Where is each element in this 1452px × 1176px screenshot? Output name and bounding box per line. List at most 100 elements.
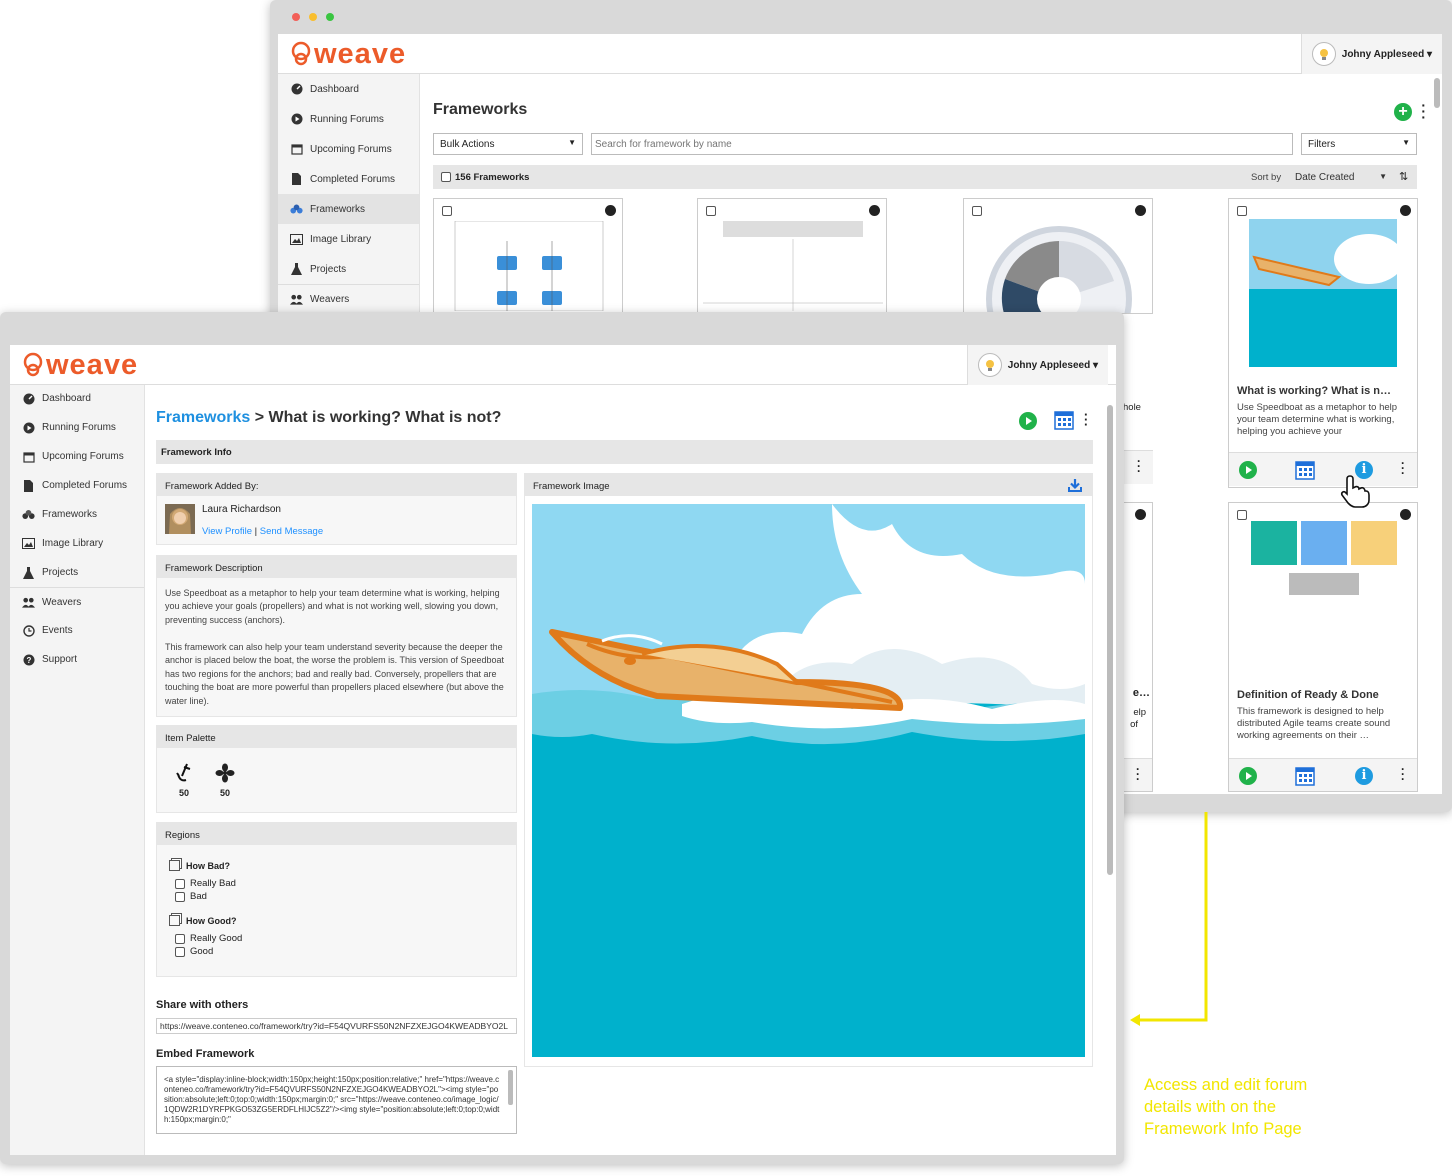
item-palette-section: Item Palette 50 50 xyxy=(156,725,517,813)
more-vertical-icon[interactable]: · · · xyxy=(1137,455,1141,477)
card-checkbox[interactable] xyxy=(1237,206,1247,216)
more-vertical-icon[interactable]: · · · xyxy=(1084,408,1088,431)
user-menu[interactable]: Johny Appleseed ▾ xyxy=(1300,34,1442,74)
card-desc-peek: of xyxy=(1130,719,1138,730)
sidebar-item-image-library[interactable]: Image Library xyxy=(278,224,419,254)
region-item-label: Really Good xyxy=(190,933,243,944)
minimize-dot[interactable] xyxy=(309,13,317,21)
scrollbar[interactable] xyxy=(1107,405,1113,875)
item-palette-header: Item Palette xyxy=(157,726,516,748)
sidebar-item-upcoming-forums[interactable]: Upcoming Forums xyxy=(10,442,144,471)
group-checkbox[interactable] xyxy=(169,915,180,926)
card-checkbox[interactable] xyxy=(1237,510,1247,520)
regions-header: Regions xyxy=(157,823,516,845)
sidebar-item-events[interactable]: Events xyxy=(10,616,144,645)
sidebar-item-weavers[interactable]: Weavers xyxy=(10,587,144,616)
globe-icon[interactable] xyxy=(1135,509,1146,520)
play-icon[interactable] xyxy=(1019,412,1037,430)
user-name: Johny Appleseed ▾ xyxy=(1341,48,1432,60)
schedule-calendar-icon[interactable] xyxy=(1054,410,1074,435)
top-header: weave Johny Appleseed ▾ xyxy=(10,345,1116,385)
select-all-checkbox[interactable] xyxy=(441,172,451,182)
more-vertical-icon[interactable]: · · · xyxy=(1401,763,1405,785)
sidebar-item-label: Running Forums xyxy=(42,422,116,433)
scrollbar[interactable] xyxy=(508,1070,513,1105)
sidebar-item-image-library[interactable]: Image Library xyxy=(10,529,144,558)
play-icon[interactable] xyxy=(1239,767,1257,785)
breadcrumb: Frameworks > What is working? What is no… xyxy=(156,409,501,427)
region-group-label: How Bad? xyxy=(186,860,230,871)
region-checkbox[interactable] xyxy=(175,946,185,957)
sidebar-item-projects[interactable]: Projects xyxy=(278,254,419,284)
card-checkbox[interactable] xyxy=(442,206,452,216)
filters-select[interactable]: Filters ▼ xyxy=(1301,133,1417,155)
play-icon[interactable] xyxy=(1239,461,1257,479)
card-checkbox[interactable] xyxy=(706,206,716,216)
bulk-actions-label: Bulk Actions xyxy=(440,139,495,150)
sidebar-item-dashboard[interactable]: Dashboard xyxy=(278,74,419,104)
sidebar-item-projects[interactable]: Projects xyxy=(10,558,144,587)
breadcrumb-frameworks-link[interactable]: Frameworks xyxy=(156,409,250,426)
weave-logo-icon xyxy=(23,352,43,377)
scrollbar[interactable] xyxy=(1434,78,1440,108)
globe-icon[interactable] xyxy=(1400,509,1411,520)
globe-icon[interactable] xyxy=(605,205,616,216)
annotation-arrow xyxy=(1130,812,1208,1026)
schedule-calendar-icon[interactable] xyxy=(1295,766,1315,791)
region-checkbox[interactable] xyxy=(175,933,185,944)
framework-search-input[interactable] xyxy=(591,133,1293,155)
globe-icon[interactable] xyxy=(1135,205,1146,216)
sidebar-item-completed-forums[interactable]: Completed Forums xyxy=(278,164,419,194)
embed-code-textarea[interactable]: <a style="display:inline-block;width:150… xyxy=(156,1066,517,1134)
sidebar-item-weavers[interactable]: Weavers xyxy=(278,284,419,314)
region-checkbox[interactable] xyxy=(175,891,185,902)
group-checkbox[interactable] xyxy=(169,860,180,871)
schedule-calendar-icon[interactable] xyxy=(1295,460,1315,485)
user-menu[interactable]: Johny Appleseed ▾ xyxy=(966,345,1108,385)
add-framework-button[interactable]: + xyxy=(1394,103,1412,121)
sidebar-item-running-forums[interactable]: Running Forums xyxy=(10,413,144,442)
bulk-actions-select[interactable]: Bulk Actions ▼ xyxy=(433,133,583,155)
framework-card[interactable]: What is working? What is n… Use Speedboa… xyxy=(1228,198,1418,488)
more-vertical-icon[interactable]: · · · xyxy=(1401,457,1405,479)
sidebar-item-label: Support xyxy=(42,654,78,665)
weave-logo[interactable]: weave xyxy=(22,350,138,380)
image-icon xyxy=(22,537,35,550)
sidebar-item-completed-forums[interactable]: Completed Forums xyxy=(10,471,144,500)
globe-icon[interactable] xyxy=(1400,205,1411,216)
sidebar-item-running-forums[interactable]: Running Forums xyxy=(278,104,419,134)
sort-select[interactable]: Date Created ▼ xyxy=(1291,169,1391,185)
framework-card[interactable]: Definition of Ready & Done This framewor… xyxy=(1228,502,1418,792)
region-checkbox[interactable] xyxy=(175,878,185,889)
framework-card[interactable] xyxy=(433,198,623,314)
sidebar-item-dashboard[interactable]: Dashboard xyxy=(10,384,144,413)
frameworks-icon xyxy=(22,508,35,521)
share-url-field[interactable] xyxy=(156,1018,517,1034)
close-dot[interactable] xyxy=(292,13,300,21)
sort-by-label: Sort by xyxy=(1251,172,1282,183)
view-profile-link[interactable]: View Profile xyxy=(202,526,252,537)
sidebar-item-support[interactable]: ? Support xyxy=(10,645,144,674)
info-icon[interactable]: i xyxy=(1355,767,1373,785)
hand-cursor-icon xyxy=(1340,475,1370,508)
sidebar-item-upcoming-forums[interactable]: Upcoming Forums xyxy=(278,134,419,164)
send-message-link[interactable]: Send Message xyxy=(260,526,323,537)
region-group: How Good? xyxy=(169,915,237,926)
framework-card[interactable] xyxy=(963,198,1153,314)
region-item: Good xyxy=(175,946,213,957)
sidebar-item-frameworks[interactable]: Frameworks xyxy=(10,500,144,529)
framework-card[interactable] xyxy=(697,198,887,314)
download-icon[interactable] xyxy=(1068,478,1082,492)
weave-logo[interactable]: weave xyxy=(290,39,406,69)
help-icon: ? xyxy=(22,653,35,666)
sidebar-item-frameworks[interactable]: Frameworks xyxy=(278,194,419,224)
sidebar-item-label: Projects xyxy=(310,263,347,275)
sidebar-item-label: Events xyxy=(42,625,73,636)
sort-direction-icon[interactable]: ⇅ xyxy=(1399,170,1408,183)
globe-icon[interactable] xyxy=(869,205,880,216)
card-checkbox[interactable] xyxy=(972,206,982,216)
maximize-dot[interactable] xyxy=(326,13,334,21)
users-icon xyxy=(22,596,35,609)
more-vertical-icon[interactable]: · · · xyxy=(1136,763,1140,785)
more-vertical-icon[interactable]: · · · xyxy=(1421,98,1426,124)
